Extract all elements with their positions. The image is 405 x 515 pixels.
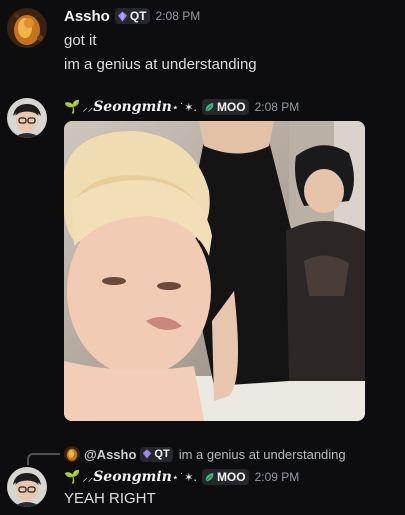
timestamp[interactable]: 2:08 PM <box>156 9 201 23</box>
message-text: YEAH RIGHT <box>64 490 156 507</box>
reply-server-tag: QT <box>140 446 173 462</box>
reply-mention[interactable]: @Assho <box>84 447 136 462</box>
video-frame <box>64 121 365 421</box>
leaf-icon <box>205 102 214 111</box>
purple-gem-icon <box>117 10 127 22</box>
timestamp[interactable]: 2:08 PM <box>255 100 300 114</box>
message-text: im a genius at understanding <box>64 56 257 73</box>
username-prefix: ⸝⸝ <box>82 470 94 484</box>
avatar-image <box>7 467 47 507</box>
sprout-icon: 🌱 <box>64 99 81 114</box>
username-suffix: ⋆˙✶. <box>171 470 197 484</box>
timestamp[interactable]: 2:09 PM <box>255 470 300 484</box>
avatar-seongmin[interactable] <box>7 467 47 507</box>
leaf-icon <box>205 472 214 481</box>
avatar-image <box>7 98 47 138</box>
reply-connector <box>27 453 60 465</box>
server-tag-label: QT <box>154 448 170 460</box>
server-tag-label: MOO <box>216 100 246 114</box>
message-header: 🌱 ⸝⸝ Seongmin ⋆˙✶. MOO 2:09 PM <box>64 467 299 487</box>
reply-preview[interactable]: @Assho QT im a genius at understanding <box>64 445 346 463</box>
message-header: 🌱 ⸝⸝ Seongmin ⋆˙✶. MOO 2:08 PM <box>64 97 299 117</box>
avatar-assho[interactable] <box>7 8 47 48</box>
username-prefix: ⸝⸝ <box>82 100 94 114</box>
video-attachment[interactable] <box>64 121 365 421</box>
message-text: got it <box>64 32 97 49</box>
username[interactable]: Seongmin <box>93 99 172 115</box>
server-tag[interactable]: MOO <box>201 469 249 485</box>
avatar-image <box>7 8 47 48</box>
sprout-icon: 🌱 <box>64 469 81 484</box>
server-tag[interactable]: QT <box>114 8 150 24</box>
server-tag-label: QT <box>129 9 147 23</box>
server-tag[interactable]: MOO <box>201 99 249 115</box>
avatar-seongmin[interactable] <box>7 98 47 138</box>
message-header: Assho QT 2:08 PM <box>64 6 200 26</box>
chat-log: Assho QT 2:08 PM got it im a genius at u… <box>0 0 405 515</box>
username[interactable]: Assho <box>64 8 110 25</box>
reply-avatar <box>64 446 80 462</box>
username[interactable]: Seongmin <box>93 469 172 485</box>
reply-text: im a genius at understanding <box>178 446 346 462</box>
purple-gem-icon <box>143 449 152 459</box>
server-tag-label: MOO <box>216 470 246 484</box>
username-suffix: ⋆˙✶. <box>171 100 197 114</box>
